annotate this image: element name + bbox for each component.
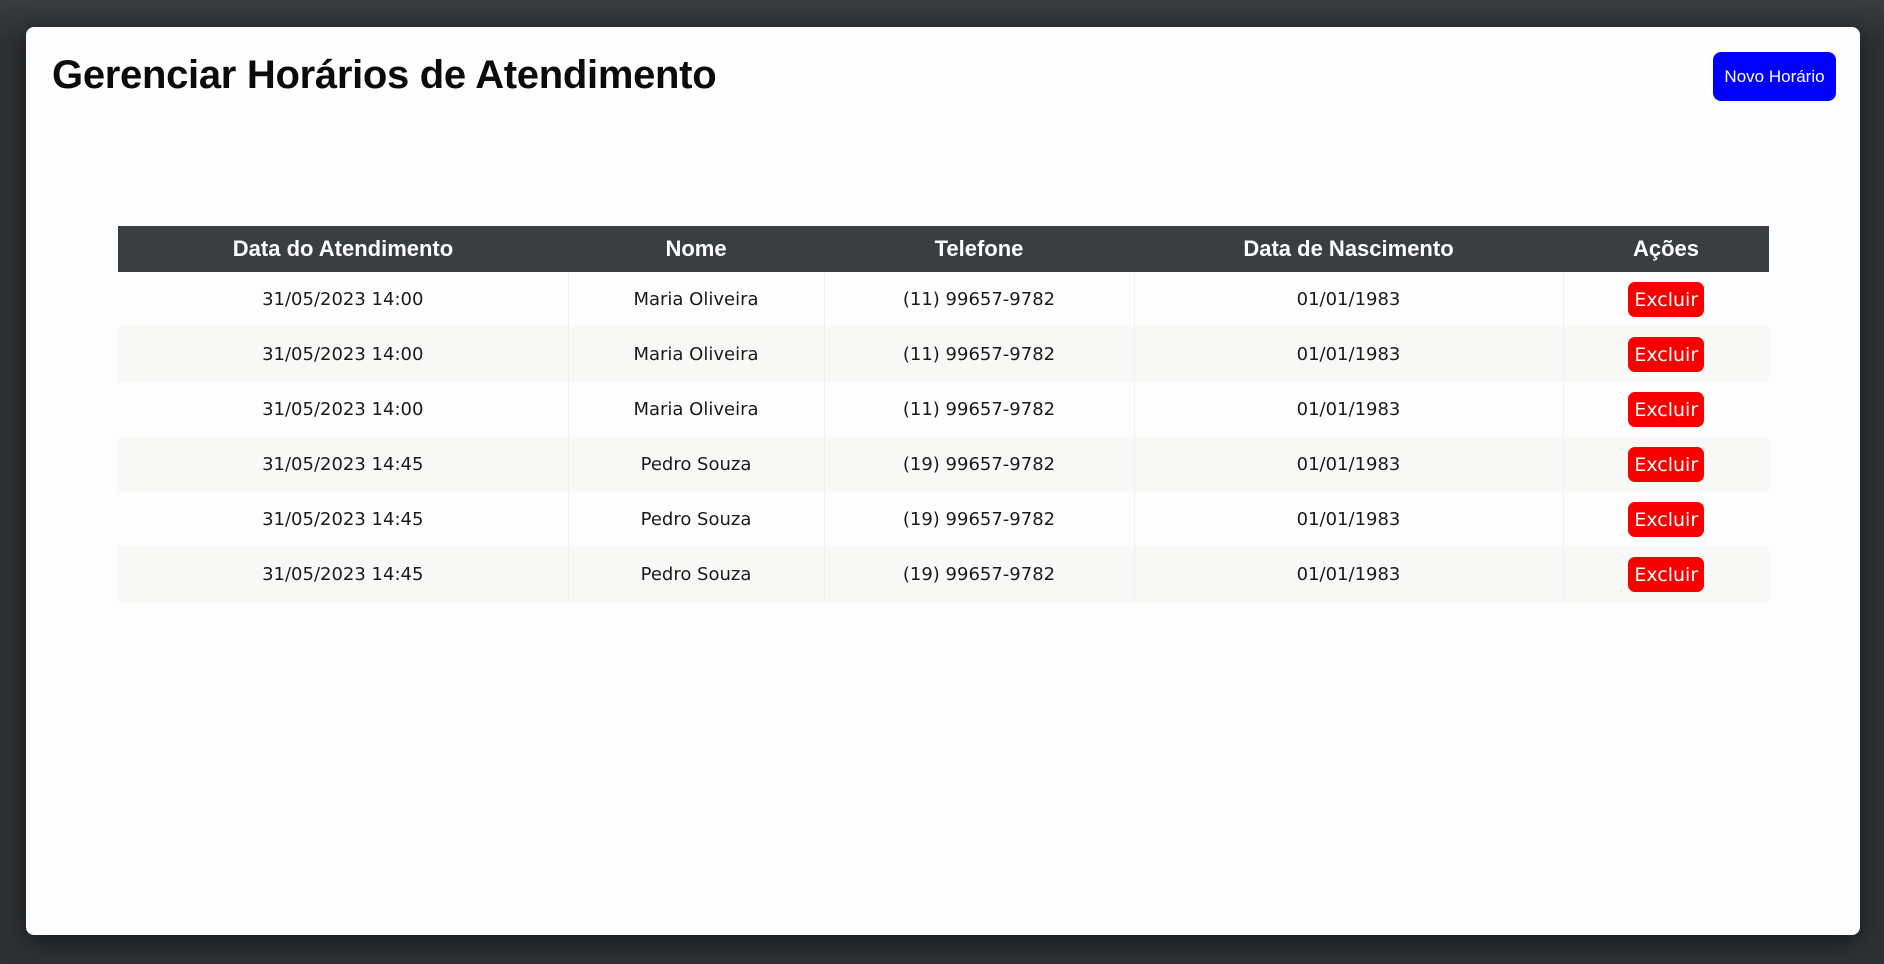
appointments-table: Data do Atendimento Nome Telefone Data d…	[118, 226, 1769, 602]
app-window: Gerenciar Horários de Atendimento Novo H…	[26, 27, 1860, 935]
cell-actions: Excluir	[1563, 492, 1769, 547]
cell-birth-date: 01/01/1983	[1134, 547, 1564, 602]
column-header-birth-date: Data de Nascimento	[1134, 226, 1563, 272]
cell-birth-date: 01/01/1983	[1134, 437, 1564, 492]
cell-name: Pedro Souza	[568, 437, 825, 492]
page-title: Gerenciar Horários de Atendimento	[52, 53, 717, 97]
cell-name: Pedro Souza	[568, 492, 825, 547]
delete-button[interactable]: Excluir	[1628, 502, 1705, 537]
table-header: Data do Atendimento Nome Telefone Data d…	[118, 226, 1769, 272]
table-row: 31/05/2023 14:45 Pedro Souza (19) 99657-…	[118, 492, 1769, 547]
appointments-table-container: Data do Atendimento Nome Telefone Data d…	[118, 226, 1769, 602]
column-header-actions: Ações	[1563, 226, 1769, 272]
column-header-name: Nome	[568, 226, 824, 272]
table-row: 31/05/2023 14:45 Pedro Souza (19) 99657-…	[118, 437, 1769, 492]
cell-appointment-date: 31/05/2023 14:45	[118, 437, 569, 492]
cell-phone: (11) 99657-9782	[824, 382, 1135, 437]
cell-phone: (19) 99657-9782	[824, 492, 1135, 547]
table-header-row: Data do Atendimento Nome Telefone Data d…	[118, 226, 1769, 272]
cell-actions: Excluir	[1563, 382, 1769, 437]
delete-button[interactable]: Excluir	[1628, 282, 1705, 317]
table-row: 31/05/2023 14:00 Maria Oliveira (11) 996…	[118, 382, 1769, 437]
cell-phone: (19) 99657-9782	[824, 437, 1135, 492]
cell-name: Maria Oliveira	[568, 272, 825, 327]
cell-appointment-date: 31/05/2023 14:45	[118, 547, 569, 602]
cell-birth-date: 01/01/1983	[1134, 382, 1564, 437]
cell-birth-date: 01/01/1983	[1134, 327, 1564, 382]
cell-name: Maria Oliveira	[568, 382, 825, 437]
new-schedule-button[interactable]: Novo Horário	[1713, 52, 1836, 101]
table-row: 31/05/2023 14:00 Maria Oliveira (11) 996…	[118, 327, 1769, 382]
cell-actions: Excluir	[1563, 272, 1769, 327]
cell-phone: (11) 99657-9782	[824, 272, 1135, 327]
cell-appointment-date: 31/05/2023 14:00	[118, 272, 569, 327]
column-header-appointment-date: Data do Atendimento	[118, 226, 568, 272]
cell-appointment-date: 31/05/2023 14:45	[118, 492, 569, 547]
cell-appointment-date: 31/05/2023 14:00	[118, 382, 569, 437]
delete-button[interactable]: Excluir	[1628, 557, 1705, 592]
cell-actions: Excluir	[1563, 327, 1769, 382]
cell-actions: Excluir	[1563, 547, 1769, 602]
cell-phone: (19) 99657-9782	[824, 547, 1135, 602]
cell-appointment-date: 31/05/2023 14:00	[118, 327, 569, 382]
cell-name: Maria Oliveira	[568, 327, 825, 382]
cell-actions: Excluir	[1563, 437, 1769, 492]
column-header-phone: Telefone	[824, 226, 1134, 272]
cell-name: Pedro Souza	[568, 547, 825, 602]
cell-phone: (11) 99657-9782	[824, 327, 1135, 382]
delete-button[interactable]: Excluir	[1628, 392, 1705, 427]
table-row: 31/05/2023 14:00 Maria Oliveira (11) 996…	[118, 272, 1769, 327]
cell-birth-date: 01/01/1983	[1134, 492, 1564, 547]
delete-button[interactable]: Excluir	[1628, 447, 1705, 482]
delete-button[interactable]: Excluir	[1628, 337, 1705, 372]
table-row: 31/05/2023 14:45 Pedro Souza (19) 99657-…	[118, 547, 1769, 602]
cell-birth-date: 01/01/1983	[1134, 272, 1564, 327]
table-body: 31/05/2023 14:00 Maria Oliveira (11) 996…	[118, 272, 1769, 602]
